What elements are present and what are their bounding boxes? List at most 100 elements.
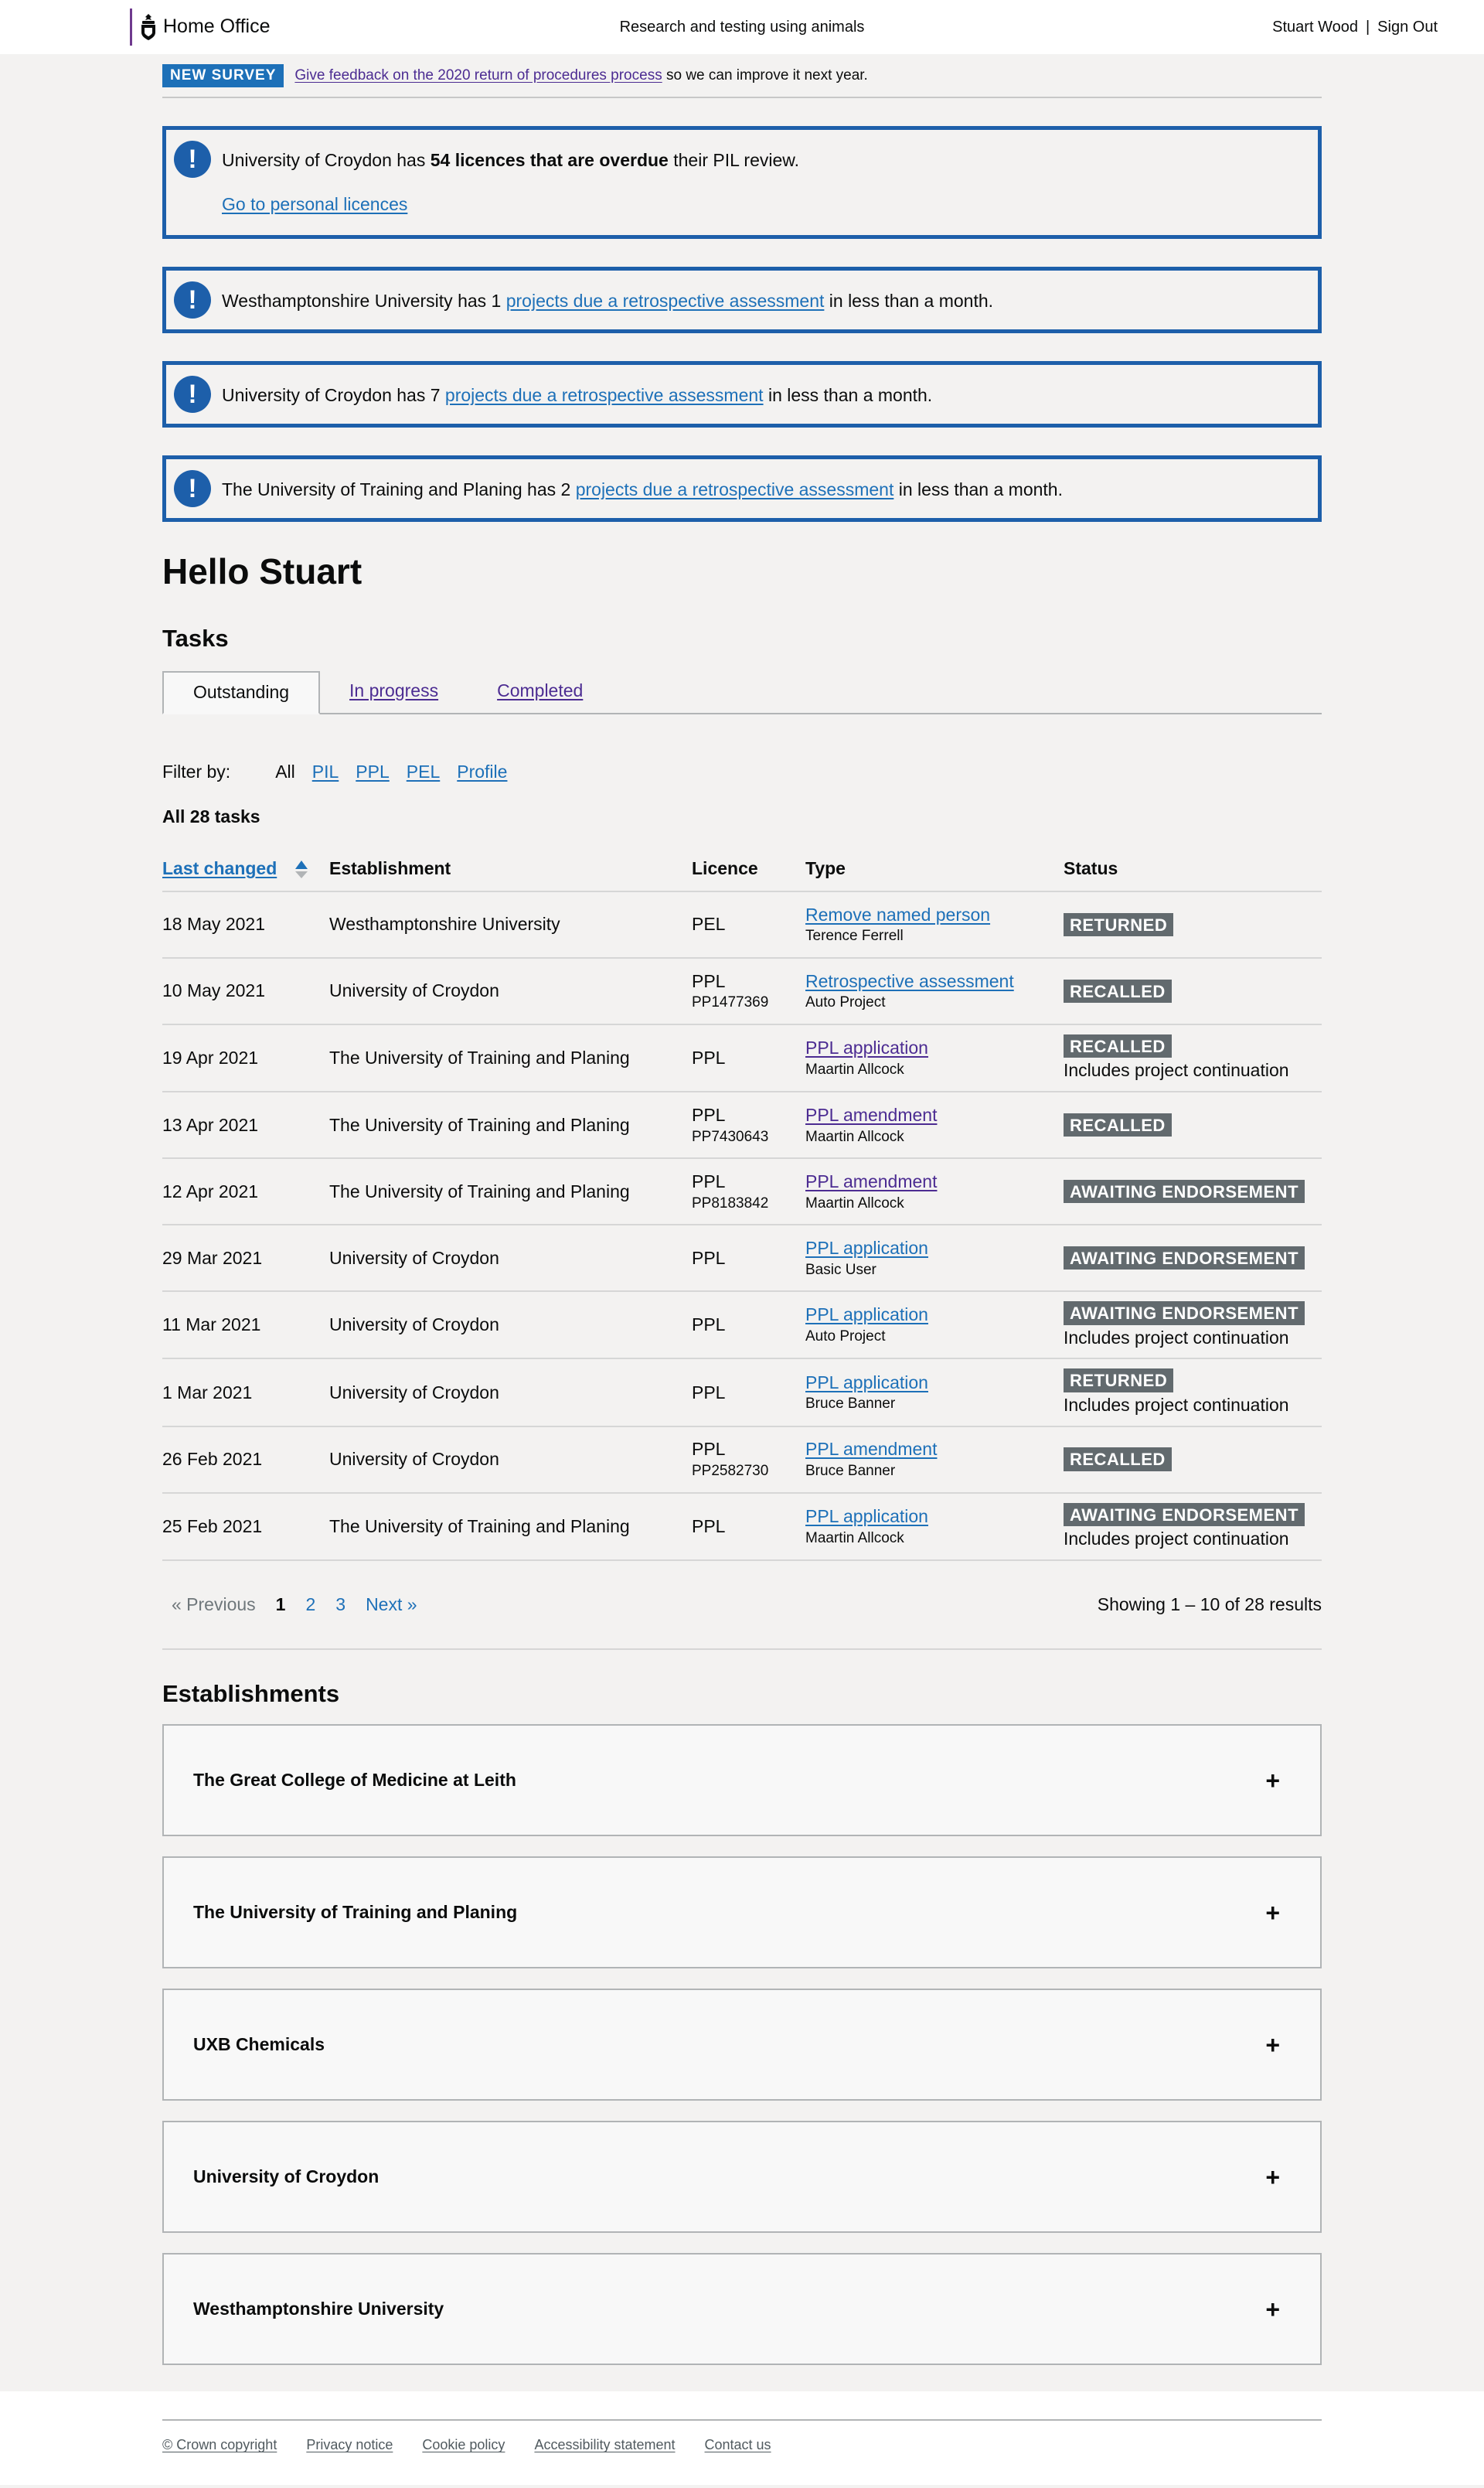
task-subject: Maartin Allcock bbox=[805, 1128, 904, 1145]
establishment-item[interactable]: The University of Training and Planing + bbox=[162, 1856, 1322, 1969]
header-establishment: Establishment bbox=[329, 848, 692, 892]
establishment-item[interactable]: Westhamptonshire University + bbox=[162, 2253, 1322, 2366]
type-cell: Remove named person Terence Ferrell bbox=[805, 891, 1064, 959]
personal-licences-link[interactable]: Go to personal licences bbox=[222, 194, 407, 214]
last-changed-cell: 29 Mar 2021 bbox=[162, 1225, 329, 1292]
retrospective-assessment-link[interactable]: projects due a retrospective assessment bbox=[506, 291, 825, 311]
tab-completed[interactable]: Completed bbox=[497, 680, 583, 702]
accessibility-statement-link[interactable]: Accessibility statement bbox=[534, 2436, 675, 2454]
table-row: 10 May 2021 University of Croydon PPL PP147… bbox=[162, 957, 1322, 1025]
licence-type: PPL bbox=[692, 1382, 726, 1402]
task-subject: Auto Project bbox=[805, 1328, 886, 1345]
page-3[interactable]: 3 bbox=[335, 1593, 345, 1616]
page-greeting: Hello Stuart bbox=[162, 551, 362, 592]
site-header: Home Office Research and testing using a… bbox=[0, 0, 1484, 54]
status-badge: RECALLED bbox=[1064, 1113, 1172, 1137]
privacy-notice-link[interactable]: Privacy notice bbox=[306, 2436, 393, 2454]
task-type-link[interactable]: PPL application bbox=[805, 1506, 928, 1526]
establishment-item[interactable]: The Great College of Medicine at Leith + bbox=[162, 1724, 1322, 1837]
retrospective-assessment-link[interactable]: projects due a retrospective assessment bbox=[576, 479, 894, 499]
page-2[interactable]: 2 bbox=[305, 1593, 315, 1616]
filter-label: Filter by: bbox=[162, 761, 231, 782]
expand-plus-icon: + bbox=[1265, 1766, 1280, 1794]
cookie-policy-link[interactable]: Cookie policy bbox=[422, 2436, 505, 2454]
filter-profile[interactable]: Profile bbox=[457, 761, 507, 783]
new-survey-tag: NEW SURVEY bbox=[162, 64, 284, 87]
establishments-heading: Establishments bbox=[162, 1679, 340, 1707]
table-row: 26 Feb 2021 University of Croydon PPL PP258… bbox=[162, 1426, 1322, 1494]
task-subject: Bruce Banner bbox=[805, 1396, 896, 1413]
task-type-link[interactable]: PPL application bbox=[805, 1304, 928, 1324]
user-name-link[interactable]: Stuart Wood bbox=[1272, 18, 1358, 37]
task-type-link[interactable]: PPL amendment bbox=[805, 1439, 937, 1459]
task-type-link[interactable]: PPL amendment bbox=[805, 1171, 937, 1191]
licence-cell: PPL bbox=[692, 1291, 805, 1360]
crown-copyright-link[interactable]: © Crown copyright bbox=[162, 2436, 277, 2454]
filter-pel[interactable]: PEL bbox=[407, 761, 440, 783]
type-cell: PPL application Basic User bbox=[805, 1225, 1064, 1292]
task-subject: Auto Project bbox=[805, 994, 886, 1011]
filter-pil[interactable]: PIL bbox=[312, 761, 339, 783]
survey-suffix: so we can improve it next year. bbox=[662, 67, 868, 84]
licence-cell: PPL PP8183842 bbox=[692, 1158, 805, 1225]
establishment-item[interactable]: University of Croydon + bbox=[162, 2121, 1322, 2234]
alert-text-pre: University of Croydon has 7 bbox=[222, 385, 445, 406]
status-badge: AWAITING ENDORSEMENT bbox=[1064, 1301, 1305, 1325]
type-cell: PPL application Bruce Banner bbox=[805, 1358, 1064, 1427]
sort-last-changed[interactable]: Last changed bbox=[162, 858, 277, 878]
establishment-cell: University of Croydon bbox=[329, 957, 692, 1025]
contact-us-link[interactable]: Contact us bbox=[705, 2436, 771, 2454]
alert-text-post: in less than a month. bbox=[893, 479, 1063, 500]
task-type-link[interactable]: Retrospective assessment bbox=[805, 971, 1014, 991]
site-footer: © Crown copyright Privacy notice Cookie … bbox=[0, 2391, 1484, 2485]
task-type-link[interactable]: PPL application bbox=[805, 1238, 928, 1258]
task-type-link[interactable]: PPL application bbox=[805, 1038, 928, 1058]
establishment-item[interactable]: UXB Chemicals + bbox=[162, 1989, 1322, 2101]
alert-text: Westhamptonshire University has 1 projec… bbox=[222, 281, 993, 312]
status-badge: AWAITING ENDORSEMENT bbox=[1064, 1246, 1305, 1270]
header-type: Type bbox=[805, 848, 1064, 892]
licence-number: PP2582730 bbox=[692, 1463, 769, 1479]
licence-type: PPL bbox=[692, 1247, 726, 1268]
task-type-link[interactable]: PPL amendment bbox=[805, 1105, 937, 1125]
logo-text: Home Office bbox=[163, 15, 271, 38]
licence-cell: PPL bbox=[692, 1492, 805, 1561]
status-cell: AWAITING ENDORSEMENT bbox=[1064, 1158, 1322, 1225]
header-status: Status bbox=[1064, 848, 1322, 892]
sign-out-link[interactable]: Sign Out bbox=[1377, 18, 1438, 37]
tab-in-progress[interactable]: In progress bbox=[349, 680, 438, 702]
last-changed-cell: 11 Mar 2021 bbox=[162, 1291, 329, 1360]
filter-ppl[interactable]: PPL bbox=[356, 761, 389, 783]
table-row: 1 Mar 2021 University of Croydon PPL PPL ap… bbox=[162, 1358, 1322, 1427]
licence-type: PPL bbox=[692, 1314, 726, 1335]
home-office-logo[interactable]: Home Office bbox=[130, 9, 270, 46]
task-type-link[interactable]: PPL application bbox=[805, 1372, 928, 1392]
task-subject: Bruce Banner bbox=[805, 1463, 896, 1479]
service-name[interactable]: Research and testing using animals bbox=[620, 19, 865, 36]
last-changed-cell: 10 May 2021 bbox=[162, 957, 329, 1025]
next-page[interactable]: Next » bbox=[366, 1593, 417, 1616]
status-note: Includes project continuation bbox=[1064, 1060, 1289, 1081]
task-subject: Terence Ferrell bbox=[805, 928, 904, 945]
survey-feedback-link[interactable]: Give feedback on the 2020 return of proc… bbox=[294, 66, 662, 85]
warning-icon: ! bbox=[174, 376, 211, 414]
alert-overdue-pil: ! University of Croydon has 54 licences … bbox=[162, 125, 1322, 240]
alert-text: University of Croydon has 54 licences th… bbox=[222, 149, 799, 172]
establishment-cell: Westhamptonshire University bbox=[329, 891, 692, 959]
task-type-link[interactable]: Remove named person bbox=[805, 905, 990, 925]
establishment-name: UXB Chemicals bbox=[193, 2034, 325, 2055]
sort-arrows-icon[interactable] bbox=[295, 860, 308, 879]
tab-outstanding[interactable]: Outstanding bbox=[162, 670, 321, 714]
alert-text-post: their PIL review. bbox=[668, 149, 800, 170]
establishments-accordion: The Great College of Medicine at Leith +… bbox=[162, 1724, 1322, 2366]
retrospective-assessment-link[interactable]: projects due a retrospective assessment bbox=[445, 385, 764, 405]
task-subject: Maartin Allcock bbox=[805, 1061, 904, 1078]
status-badge: RETURNED bbox=[1064, 912, 1174, 936]
last-changed-cell: 25 Feb 2021 bbox=[162, 1492, 329, 1561]
status-badge: AWAITING ENDORSEMENT bbox=[1064, 1179, 1305, 1204]
last-changed-cell: 26 Feb 2021 bbox=[162, 1426, 329, 1494]
filter-all[interactable]: All bbox=[275, 761, 295, 783]
alert-retrospective: ! The University of Training and Planing… bbox=[162, 455, 1322, 523]
header-licence: Licence bbox=[692, 848, 805, 892]
establishment-cell: The University of Training and Planing bbox=[329, 1092, 692, 1159]
